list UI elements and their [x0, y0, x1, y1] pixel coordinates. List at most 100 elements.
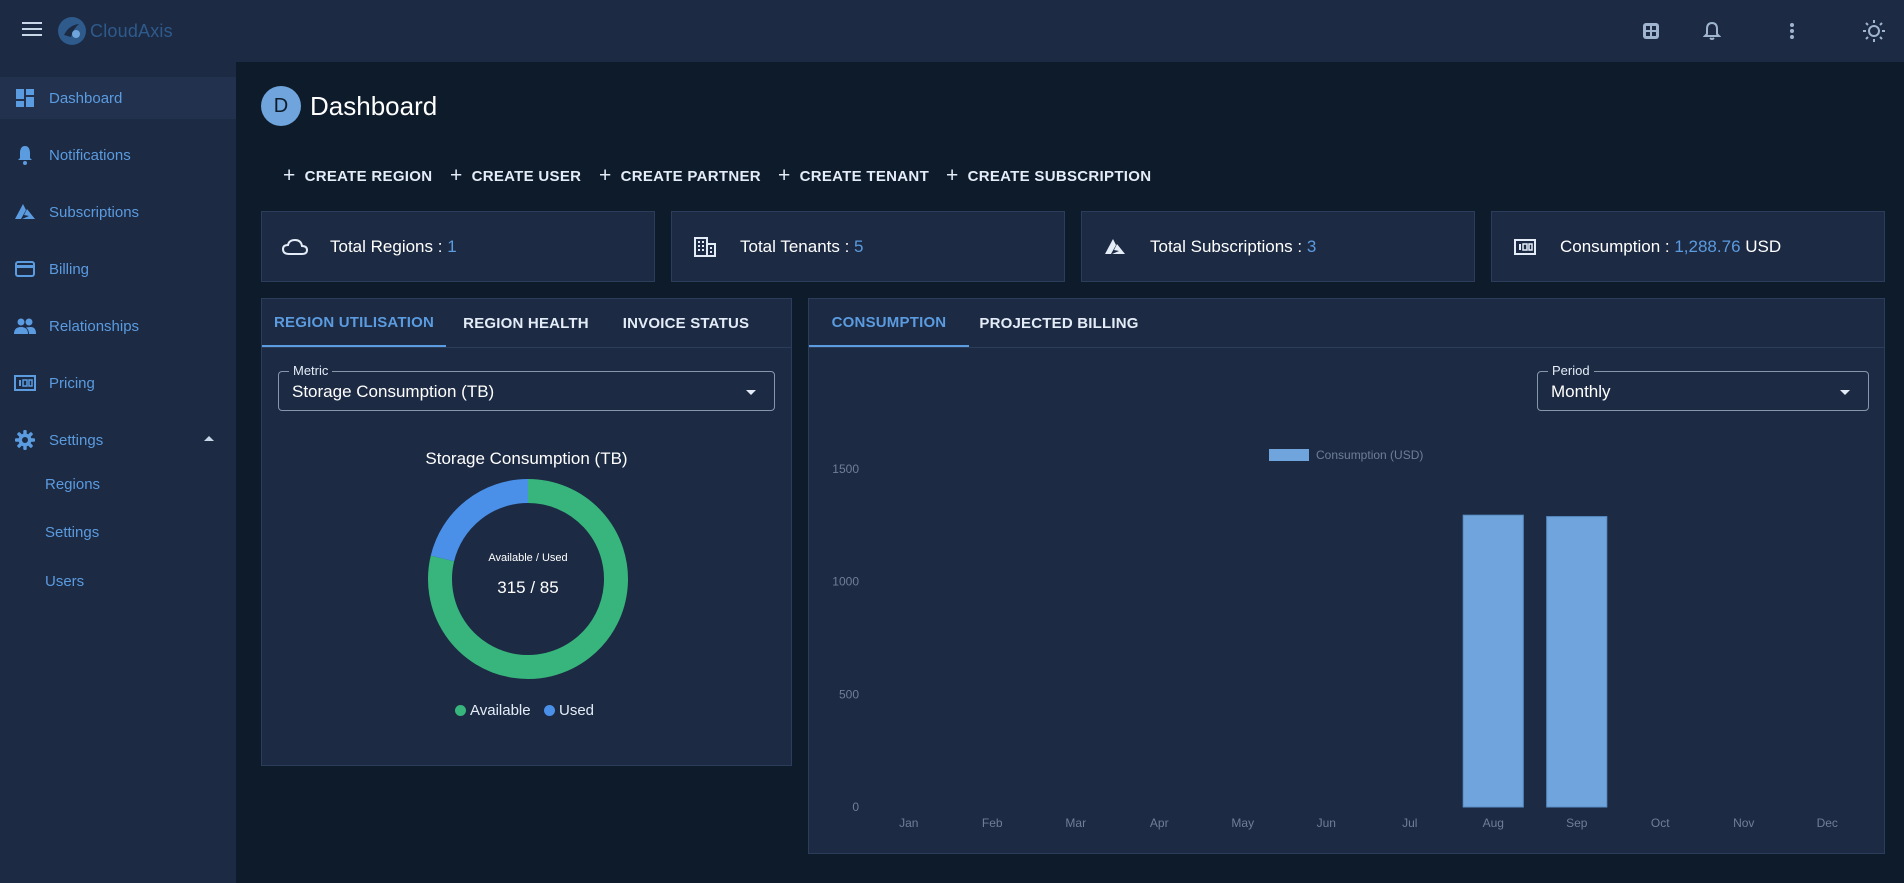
- sidebar-item-label: Subscriptions: [49, 203, 140, 221]
- x-tick-label: Feb: [982, 816, 1003, 830]
- more-vert-icon[interactable]: [1778, 17, 1806, 45]
- apps-grid-icon[interactable]: [1637, 17, 1665, 45]
- tab-invoice-status[interactable]: INVOICE STATUS: [606, 299, 766, 347]
- x-tick-label: Apr: [1150, 816, 1169, 830]
- create-partner-button[interactable]: + CREATE PARTNER: [599, 164, 761, 188]
- sidebar-item-settings[interactable]: Settings: [0, 419, 236, 461]
- app-logo[interactable]: CloudAxis: [57, 16, 173, 46]
- app-name: CloudAxis: [90, 20, 173, 41]
- y-tick-label: 1500: [832, 462, 859, 476]
- metric-select-label: Metric: [289, 364, 333, 378]
- tab-consumption[interactable]: CONSUMPTION: [809, 299, 969, 347]
- credit-card-icon: [14, 258, 36, 280]
- people-icon: [14, 315, 36, 337]
- sidebar-item-dashboard[interactable]: Dashboard: [0, 77, 236, 119]
- stat-card-consumption: Consumption : 1,288.76 USD: [1491, 211, 1885, 282]
- avatar: D: [261, 86, 301, 126]
- x-tick-label: Mar: [1065, 816, 1086, 830]
- bell-icon[interactable]: [1698, 17, 1726, 45]
- y-tick-label: 0: [852, 800, 859, 814]
- card-value: 1: [447, 237, 457, 256]
- sidebar-item-label: Relationships: [49, 317, 140, 335]
- page-title: Dashboard: [310, 91, 438, 121]
- sidebar-item-label: Dashboard: [49, 89, 123, 107]
- consumption-bar-chart: Consumption (USD) 0 500 1000 1500 Jan Feb Mar Ap…: [832, 448, 1838, 830]
- y-tick-label: 500: [839, 687, 859, 701]
- metric-select[interactable]: Metric Storage Consumption (TB): [278, 364, 775, 411]
- sidebar-item-pricing[interactable]: Pricing: [0, 362, 236, 404]
- sidebar-item-label: Notifications: [49, 146, 131, 164]
- sidebar-subitem-users[interactable]: Users: [45, 573, 84, 590]
- donut-center-value: 315 / 85: [497, 578, 559, 597]
- period-select[interactable]: Period Monthly: [1537, 364, 1869, 411]
- legend-label: Consumption (USD): [1316, 448, 1423, 462]
- legend-used[interactable]: Used: [544, 702, 594, 719]
- plus-icon: +: [450, 164, 463, 187]
- dropdown-arrow-icon: [746, 390, 756, 395]
- azure-icon: [14, 201, 36, 223]
- pricing-icon: [1512, 235, 1538, 259]
- card-value: 5: [854, 237, 864, 256]
- card-label: Total Regions :: [330, 237, 448, 256]
- plus-icon: +: [778, 164, 791, 187]
- legend-swatch: [455, 705, 466, 716]
- y-tick-label: 1000: [832, 575, 859, 589]
- x-tick-label: Sep: [1566, 816, 1588, 830]
- tab-divider: [262, 347, 791, 348]
- region-panel: REGION UTILISATION REGION HEALTH INVOICE…: [261, 298, 792, 766]
- x-tick-label: Dec: [1817, 816, 1838, 830]
- create-region-button[interactable]: + CREATE REGION: [283, 164, 432, 188]
- sidebar-item-billing[interactable]: Billing: [0, 248, 236, 290]
- legend-available[interactable]: Available: [455, 702, 531, 719]
- x-tick-label: Jan: [899, 816, 918, 830]
- card-label: Consumption :: [1560, 237, 1675, 256]
- create-tenant-button[interactable]: + CREATE TENANT: [778, 164, 929, 188]
- sidebar-item-label: Billing: [49, 260, 90, 278]
- donut-title: Storage Consumption (TB): [425, 449, 628, 468]
- metric-select-value: Storage Consumption (TB): [292, 382, 495, 401]
- top-app-bar: CloudAxis: [0, 0, 1904, 62]
- period-select-value: Monthly: [1551, 382, 1611, 401]
- sidebar-item-notifications[interactable]: Notifications: [0, 134, 236, 176]
- bar-aug: [1462, 514, 1524, 808]
- x-tick-label: May: [1231, 816, 1254, 830]
- sidebar-item-label: Settings: [49, 431, 104, 449]
- card-label: Total Tenants :: [740, 237, 855, 256]
- dashboard-icon: [14, 87, 36, 109]
- stat-card-regions: Total Regions : 1: [261, 211, 655, 282]
- x-tick-label: Nov: [1733, 816, 1754, 830]
- sidebar-item-subscriptions[interactable]: Subscriptions: [0, 191, 236, 233]
- period-select-label: Period: [1548, 364, 1594, 378]
- x-tick-label: Oct: [1651, 816, 1670, 830]
- dropdown-arrow-icon: [1840, 390, 1850, 395]
- building-icon: [692, 235, 718, 259]
- menu-icon[interactable]: [20, 18, 46, 44]
- consumption-panel: CONSUMPTION PROJECTED BILLING Period Mon…: [808, 298, 1885, 854]
- stat-card-tenants: Total Tenants : 5: [671, 211, 1065, 282]
- chevron-up-icon: [204, 436, 214, 441]
- sidebar-item-relationships[interactable]: Relationships: [0, 305, 236, 347]
- sidebar-subitem-regions[interactable]: Regions: [45, 476, 100, 493]
- legend-swatch: [1269, 449, 1309, 461]
- pricing-icon: [14, 372, 36, 394]
- cloud-icon: [282, 235, 308, 259]
- stat-card-subscriptions: Total Subscriptions : 3: [1081, 211, 1475, 282]
- create-subscription-button[interactable]: + CREATE SUBSCRIPTION: [946, 164, 1151, 188]
- card-value: 3: [1306, 237, 1317, 256]
- x-tick-label: Aug: [1483, 816, 1504, 830]
- bar-sep: [1546, 516, 1608, 808]
- donut-slice-used: [430, 479, 529, 562]
- sidebar-subitem-settings[interactable]: Settings: [45, 524, 99, 541]
- x-tick-label: Jul: [1402, 816, 1417, 830]
- gear-icon: [14, 429, 36, 451]
- azure-icon: [1102, 235, 1128, 259]
- donut-center-label: Available / Used: [488, 552, 568, 564]
- tab-divider: [809, 347, 1884, 348]
- plus-icon: +: [283, 164, 296, 187]
- tab-region-utilisation[interactable]: REGION UTILISATION: [262, 299, 446, 347]
- tab-projected-billing[interactable]: PROJECTED BILLING: [969, 299, 1149, 347]
- light-mode-icon[interactable]: [1860, 17, 1888, 45]
- card-unit: USD: [1740, 237, 1782, 256]
- create-user-button[interactable]: + CREATE USER: [450, 164, 581, 188]
- tab-region-health[interactable]: REGION HEALTH: [446, 299, 606, 347]
